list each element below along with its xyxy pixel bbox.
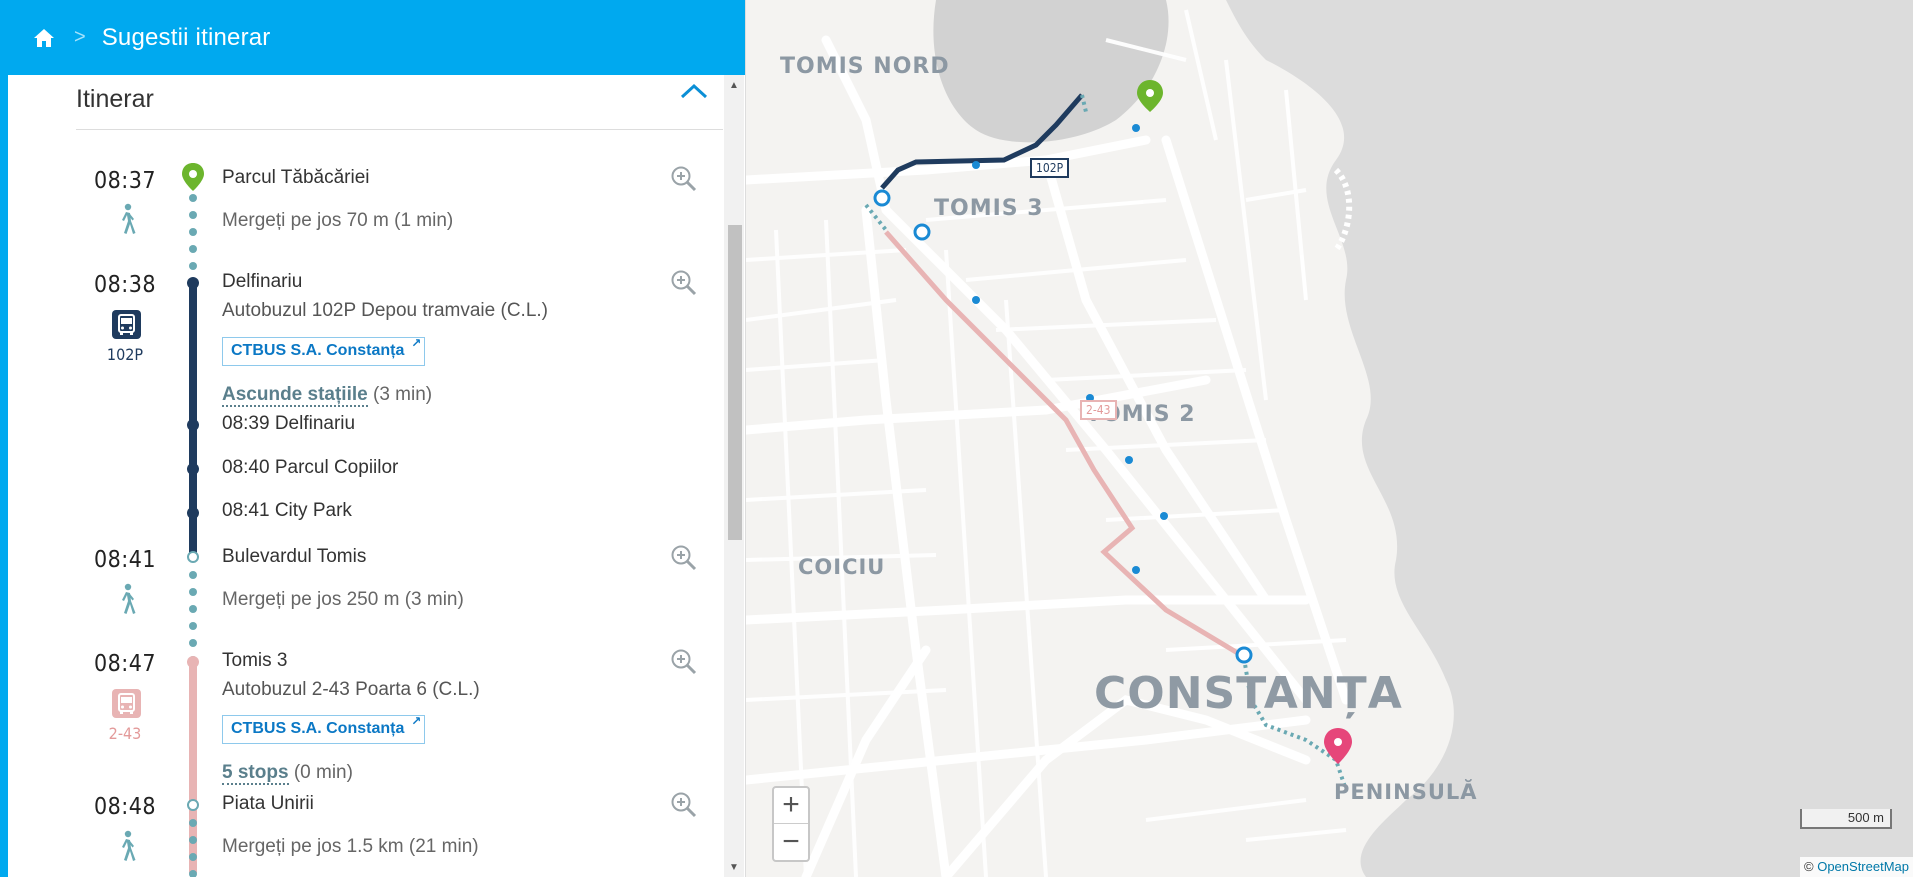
map-route-badge: 102P: [1030, 158, 1070, 178]
bus-line-code: 102P: [106, 345, 144, 364]
bus-route-description: Autobuzul 2-43 Poarta 6 (C.L.): [222, 679, 480, 700]
map-zoom-out-button[interactable]: −: [774, 825, 808, 861]
segment-duration: (0 min): [293, 762, 353, 783]
operator-link-button[interactable]: CTBUS S.A. Constanța ↗: [222, 336, 426, 366]
intermediate-stop: 08:40 Parcul Copiilor: [222, 457, 399, 478]
scrollbar-thumb[interactable]: [728, 225, 742, 540]
itinerary-scroll-area[interactable]: Itinerar 08:37 Parcul Tăbăcăriei Mergeți…: [8, 75, 724, 877]
map-label-tomis-nord: TOMIS NORD: [780, 54, 950, 79]
stop-name: Piata Unirii: [222, 793, 314, 814]
bus-stop-dot: [187, 507, 199, 519]
zoom-in-icon[interactable]: [670, 544, 698, 572]
zoom-in-icon[interactable]: [670, 269, 698, 297]
map-route-badge: 2-43: [1080, 400, 1117, 420]
walk-icon: [117, 830, 137, 862]
stop-name: Parcul Tăbăcăriei: [222, 167, 370, 188]
zoom-in-icon[interactable]: [670, 165, 698, 193]
origin-pin-icon: [182, 163, 204, 191]
bus-stop-dot: [187, 656, 199, 668]
map-label-coiciu: COICIU: [798, 555, 886, 579]
show-stops-link[interactable]: 5 stops: [222, 762, 289, 785]
page-title: Sugestii itinerar: [101, 23, 271, 51]
intermediate-stop: 08:41 City Park: [222, 500, 352, 521]
route-map[interactable]: TOMIS NORD TOMIS 3 TOMIS 2 COICIU CONSTA…: [746, 0, 1913, 877]
left-accent-bar: [0, 75, 8, 877]
intermediate-stop: 08:39 Delfinariu: [222, 413, 356, 434]
stops-toggle[interactable]: Ascunde stațiile (3 min): [222, 384, 433, 407]
step-time: 08:38: [93, 272, 157, 298]
walk-path-1: [189, 194, 197, 287]
stop-name: Delfinariu: [222, 271, 303, 292]
breadcrumb-separator: >: [74, 26, 86, 48]
stop-name: Tomis 3: [222, 650, 288, 671]
stop-name: Bulevardul Tomis: [222, 546, 367, 567]
map-label-peninsula: PENINSULĂ: [1334, 780, 1478, 804]
bus-icon: [112, 310, 141, 339]
map-zoom-control: + −: [772, 786, 810, 862]
step-time: 08:41: [93, 547, 157, 573]
bus-route-description: Autobuzul 102P Depou tramvaie (C.L.): [222, 300, 548, 321]
walk-instruction: Mergeți pe jos 1.5 km (21 min): [222, 836, 479, 857]
segment-duration: (3 min): [373, 384, 433, 405]
scroll-down-arrow-icon[interactable]: ▼: [724, 861, 744, 875]
operator-name: CTBUS S.A. Constanța: [231, 342, 405, 359]
zoom-in-icon[interactable]: [670, 648, 698, 676]
bus-stop-dot: [187, 463, 199, 475]
bus-icon: [112, 689, 141, 718]
operator-name: CTBUS S.A. Constanța: [231, 720, 405, 737]
operator-link-button[interactable]: CTBUS S.A. Constanța ↗: [222, 714, 426, 744]
zoom-in-icon[interactable]: [670, 791, 698, 819]
walk-instruction: Mergeți pe jos 250 m (3 min): [222, 589, 464, 610]
home-icon[interactable]: [32, 26, 56, 50]
map-label-tomis-3: TOMIS 3: [934, 196, 1044, 221]
scroll-up-arrow-icon[interactable]: ▲: [724, 79, 744, 93]
bus-line-code: 2-43: [108, 724, 142, 743]
itinerary-panel: > Sugestii itinerar Itinerar 08:37 Parcu…: [0, 0, 746, 877]
transfer-stop-dot: [187, 799, 199, 811]
map-zoom-in-button[interactable]: +: [774, 788, 808, 824]
map-label-constanta: CONSTANȚA: [1094, 668, 1403, 719]
step-time: 08:37: [93, 168, 157, 194]
map-attribution: © OpenStreetMap: [1800, 857, 1913, 877]
scrollbar[interactable]: ▲ ▼: [724, 75, 744, 877]
transfer-stop-dot: [187, 551, 199, 563]
hide-stops-link[interactable]: Ascunde stațiile: [222, 384, 368, 407]
external-link-icon: ↗: [411, 336, 422, 350]
bus-stop-dot: [187, 419, 199, 431]
external-link-icon: ↗: [411, 714, 422, 728]
bus-stop-dot: [187, 277, 199, 289]
header-bar: > Sugestii itinerar: [0, 0, 745, 75]
walk-icon: [117, 203, 137, 235]
attribution-prefix: ©: [1804, 859, 1814, 874]
map-canvas: [746, 0, 1913, 877]
walk-instruction: Mergeți pe jos 70 m (1 min): [222, 210, 454, 231]
map-scale-bar: 500 m: [1800, 809, 1892, 829]
stops-toggle[interactable]: 5 stops (0 min): [222, 762, 353, 785]
openstreetmap-link[interactable]: OpenStreetMap: [1817, 859, 1909, 874]
walk-icon: [117, 583, 137, 615]
step-time: 08:47: [93, 651, 157, 677]
step-time: 08:48: [93, 794, 157, 820]
